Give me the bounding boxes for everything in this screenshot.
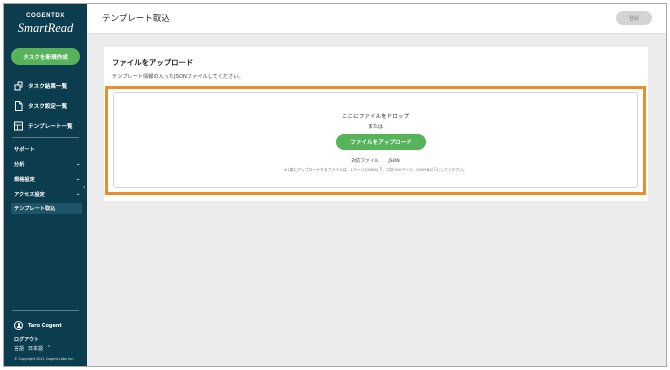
file-dropzone[interactable]: ここにファイルをドロップ または ファイルをアップロード 対応ファイル JSON… bbox=[113, 92, 638, 188]
sidebar-item-template-import[interactable]: テンプレート取込 bbox=[11, 203, 82, 214]
document-icon bbox=[14, 101, 23, 111]
task-result-icon bbox=[14, 81, 23, 91]
app-window: COGENTDX SmartRead タスクを新規作成 タスク結果一覧 タスク設… bbox=[3, 3, 667, 367]
template-icon bbox=[14, 121, 23, 131]
sidebar-item-label: アクセス設定 bbox=[14, 191, 45, 198]
sidebar-item-templates[interactable]: テンプレート一覧 bbox=[14, 119, 73, 133]
sidebar-divider bbox=[12, 137, 79, 138]
avatar-icon bbox=[14, 321, 23, 330]
sidebar-item-task-settings[interactable]: タスク設定一覧 bbox=[14, 99, 67, 113]
sidebar-item-access-settings[interactable]: アクセス設定 ⌄ bbox=[14, 189, 80, 199]
supported-files-label: 対応ファイル bbox=[351, 159, 379, 164]
supported-files: 対応ファイル JSON bbox=[114, 158, 637, 164]
dropzone-or: または bbox=[367, 124, 383, 130]
language-selector[interactable]: 言語 日本語 ⌃ bbox=[14, 345, 51, 352]
logout-link[interactable]: ログアウト bbox=[14, 336, 39, 343]
page-title: テンプレート取込 bbox=[102, 14, 170, 24]
chevron-down-icon: ⌄ bbox=[75, 176, 81, 182]
sidebar-item-label: 規格設定 bbox=[14, 176, 35, 183]
user-name: Taro Cogent bbox=[28, 322, 62, 329]
copyright: © Copyright 2021 Cogent Labs Inc. bbox=[14, 357, 75, 361]
chevron-down-icon: ⌄ bbox=[75, 161, 81, 167]
sidebar-item-label: サポート bbox=[14, 146, 35, 153]
supported-files-value: JSON bbox=[388, 159, 400, 164]
product-logo[interactable]: SmartRead bbox=[4, 21, 87, 36]
card-description: テンプレート情報の入ったJSONファイルしてください。 bbox=[112, 74, 244, 80]
chevron-down-icon: ⌄ bbox=[75, 191, 81, 197]
upload-file-button[interactable]: ファイルをアップロード bbox=[336, 134, 426, 150]
highlight-box: ここにファイルをドロップ または ファイルをアップロード 対応ファイル JSON… bbox=[105, 86, 646, 195]
sidebar-item-task-results[interactable]: タスク結果一覧 bbox=[14, 79, 67, 93]
sidebar-item-label: タスク設定一覧 bbox=[28, 104, 68, 110]
new-task-button[interactable]: タスクを新規作成 bbox=[11, 48, 80, 65]
top-header: テンプレート取込 登録 bbox=[87, 4, 666, 34]
sidebar-item-analytics[interactable]: 分析 ⌄ bbox=[14, 159, 80, 169]
language-value: 日本語 bbox=[28, 346, 44, 352]
user-profile[interactable]: Taro Cogent bbox=[14, 321, 62, 330]
sidebar-item-standard-settings[interactable]: 規格設定 ⌄ bbox=[14, 174, 80, 184]
language-label: 言語 bbox=[14, 346, 25, 352]
chevron-up-icon: ⌃ bbox=[47, 345, 52, 351]
sidebar-divider bbox=[12, 310, 79, 311]
sidebar-collapse-icon[interactable]: ‹ bbox=[83, 184, 85, 191]
dropzone-title: ここにファイルをドロップ bbox=[341, 114, 410, 120]
sidebar-item-label: タスク結果一覧 bbox=[28, 84, 68, 90]
upload-note: ※1度にアップロードするファイルは、1ページ10MB以下、口計100ページ、20… bbox=[284, 167, 467, 172]
register-button[interactable]: 登録 bbox=[616, 11, 652, 25]
company-logo-text: COGENTDX bbox=[26, 13, 65, 19]
sidebar-item-label: テンプレート一覧 bbox=[28, 124, 73, 130]
card-title: ファイルをアップロード bbox=[112, 58, 194, 67]
sidebar-item-label: 分析 bbox=[14, 161, 25, 168]
upload-card: ファイルをアップロード テンプレート情報の入ったJSONファイルしてください。 … bbox=[104, 47, 648, 201]
sidebar-item-label: テンプレート取込 bbox=[14, 206, 56, 212]
sidebar-item-support[interactable]: サポート bbox=[14, 144, 80, 154]
sidebar: COGENTDX SmartRead タスクを新規作成 タスク結果一覧 タスク設… bbox=[4, 4, 87, 366]
